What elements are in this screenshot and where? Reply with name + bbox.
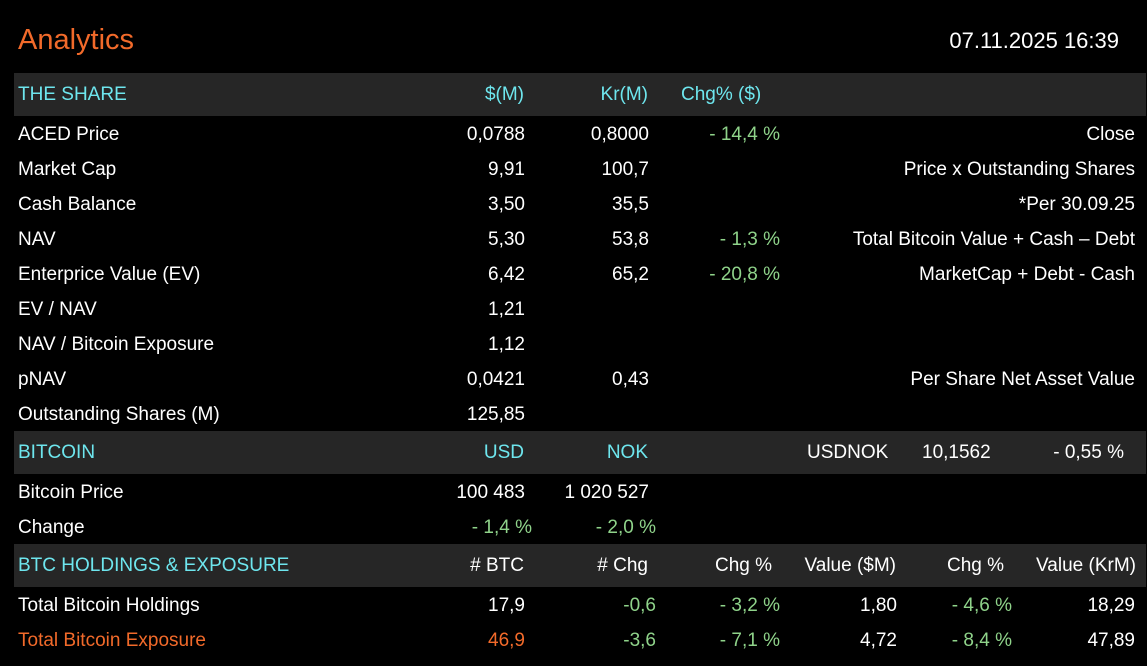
row-note: *Per 30.09.25 [1018, 194, 1135, 215]
row-label: Enterprice Value (EV) [18, 264, 201, 285]
row-note: Close [1086, 124, 1135, 145]
fx-change: - 0,55 % [1053, 442, 1124, 463]
row-chg-pct: - 3,2 % [719, 595, 780, 616]
row-label: Market Cap [18, 159, 117, 180]
row-chg: - 20,8 % [709, 264, 780, 285]
row-note: Total Bitcoin Value + Cash – Debt [852, 229, 1135, 250]
row-usd: 3,50 [488, 194, 525, 215]
row-usd: 100 483 [456, 482, 525, 503]
row-usd: 125,85 [466, 404, 525, 425]
row-note: MarketCap + Debt - Cash [919, 264, 1135, 285]
row-usd: 0,0788 [466, 124, 525, 145]
fx-label: USDNOK [807, 442, 889, 463]
page-title: Analytics [18, 24, 135, 56]
holdings-header-value-nok: Value (KrM) [1036, 555, 1136, 576]
row-label: Bitcoin Price [18, 482, 124, 503]
share-header-chg: Chg% ($) [681, 84, 762, 105]
row-note: Price x Outstanding Shares [903, 159, 1135, 180]
row-value-nok: 18,29 [1087, 595, 1135, 616]
holdings-header-chg: # Chg [597, 555, 648, 576]
row-usd: 0,0421 [466, 369, 525, 390]
row-nok: 1 020 527 [564, 482, 649, 503]
row-chg: - 14,4 % [709, 124, 780, 145]
row-usd: 6,42 [488, 264, 525, 285]
row-btc: 46,9 [488, 630, 525, 651]
row-chg-pct: - 7,1 % [719, 630, 780, 651]
datetime: 07.11.2025 16:39 [949, 28, 1119, 53]
row-usd-change: - 1,4 % [471, 517, 532, 538]
row-label: Cash Balance [18, 194, 137, 215]
row-usd: 1,12 [488, 334, 525, 355]
holdings-header-btc: # BTC [470, 555, 524, 576]
row-nok: 100,7 [601, 159, 649, 180]
row-label: NAV [18, 229, 56, 250]
share-header-nok: Kr(M) [600, 84, 648, 105]
row-btc: 17,9 [488, 595, 525, 616]
row-label: Change [18, 517, 85, 538]
row-nok: 0,43 [612, 369, 649, 390]
row-label: ACED Price [18, 124, 120, 145]
bitcoin-header-nok: NOK [606, 442, 648, 463]
row-value-usd: 4,72 [860, 630, 897, 651]
bitcoin-header-label: BITCOIN [18, 442, 96, 463]
row-nok: 65,2 [612, 264, 649, 285]
bitcoin-header: BITCOIN USD NOK USDNOK 10,1562 - 0,55 % [14, 431, 1146, 474]
row-nok-change: - 2,0 % [595, 517, 656, 538]
row-nok: 0,8000 [590, 124, 649, 145]
row-nok: 35,5 [612, 194, 649, 215]
row-note: Per Share Net Asset Value [910, 369, 1135, 390]
holdings-header-label: BTC HOLDINGS & EXPOSURE [18, 555, 290, 576]
row-chg: - 1,3 % [719, 229, 780, 250]
row-label: Total Bitcoin Holdings [18, 595, 200, 616]
fx-value: 10,1562 [922, 442, 991, 463]
holdings-header-value-usd: Value ($M) [804, 555, 896, 576]
row-value-usd: 1,80 [860, 595, 897, 616]
share-header: THE SHARE $(M) Kr(M) Chg% ($) [14, 73, 1146, 116]
row-label: Total Bitcoin Exposure [18, 630, 206, 651]
row-usd: 1,21 [488, 299, 525, 320]
holdings-header-chg-pct: Chg % [714, 555, 772, 576]
row-btc-chg: -3,6 [623, 630, 656, 651]
row-label: NAV / Bitcoin Exposure [18, 334, 215, 355]
holdings-header: BTC HOLDINGS & EXPOSURE # BTC # Chg Chg … [14, 544, 1146, 587]
share-header-label: THE SHARE [18, 84, 127, 105]
row-label: EV / NAV [18, 299, 97, 320]
share-header-usd: $(M) [484, 84, 524, 105]
row-btc-chg: -0,6 [623, 595, 656, 616]
row-value-nok: 47,89 [1087, 630, 1135, 651]
holdings-header-chg-pct2: Chg % [946, 555, 1004, 576]
row-label: Outstanding Shares (M) [18, 404, 220, 425]
row-nok: 53,8 [612, 229, 649, 250]
row-usd: 5,30 [488, 229, 525, 250]
row-chg-pct2: - 8,4 % [951, 630, 1012, 651]
row-chg-pct2: - 4,6 % [951, 595, 1012, 616]
row-label: pNAV [18, 369, 67, 390]
row-usd: 9,91 [488, 159, 525, 180]
bitcoin-header-usd: USD [483, 442, 524, 463]
